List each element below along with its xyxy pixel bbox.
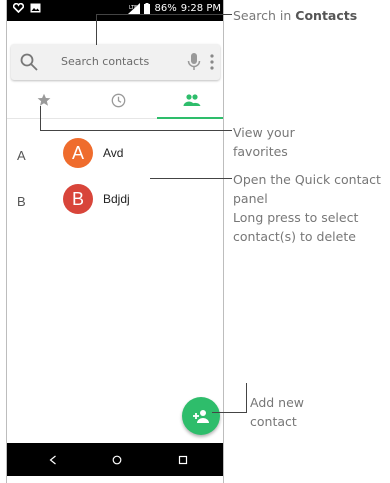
recent-apps-button[interactable] <box>165 443 201 476</box>
heart-icon <box>13 3 24 13</box>
section-letter: B <box>17 194 26 209</box>
recent-apps-icon <box>178 455 188 464</box>
back-button[interactable] <box>35 443 71 476</box>
quick-contact-annotation: Open the Quick contact panel <box>233 172 381 206</box>
contact-row[interactable]: A A Avd <box>7 138 223 178</box>
microphone-icon[interactable] <box>187 53 201 71</box>
contact-name[interactable]: Bdjdj <box>103 192 130 206</box>
callout-line-search <box>96 14 97 45</box>
callout-line-favorites <box>40 130 232 131</box>
clock-icon <box>111 93 125 107</box>
battery-icon <box>144 3 151 14</box>
status-bar: LTE 86% 9:28 PM <box>7 0 223 21</box>
search-annotation: Search in Contacts <box>233 8 358 23</box>
signal-icon: LTE <box>128 3 141 14</box>
home-button[interactable] <box>99 443 135 476</box>
avatar[interactable]: B <box>63 184 93 214</box>
add-contact-annotation: Add new contact <box>250 395 305 429</box>
search-icon[interactable] <box>19 52 39 72</box>
search-bar[interactable]: Search contacts <box>11 44 220 80</box>
star-icon <box>37 93 51 106</box>
more-options-icon[interactable] <box>209 54 215 70</box>
home-icon <box>112 455 122 464</box>
callout-line-add-contact <box>212 412 246 413</box>
tab-contacts[interactable] <box>157 82 223 119</box>
tab-recents[interactable] <box>83 82 153 118</box>
navigation-bar <box>7 443 223 476</box>
image-icon <box>30 3 41 13</box>
phone-screen: LTE 86% 9:28 PM Search contacts A A Avd … <box>6 0 224 483</box>
tab-favorites[interactable] <box>9 82 79 118</box>
add-contact-button[interactable] <box>182 397 220 435</box>
callout-line-search <box>96 14 232 15</box>
clock-time: 9:28 PM <box>180 3 221 14</box>
favorites-annotation: View your favorites <box>233 125 295 159</box>
contact-name[interactable]: Avd <box>103 146 123 160</box>
long-press-annotation: Long press to select contact(s) to delet… <box>233 210 359 244</box>
people-icon <box>183 94 201 106</box>
callout-line-favorites <box>40 106 41 130</box>
contact-row[interactable]: B B Bdjdj <box>7 184 223 224</box>
add-person-icon <box>193 410 209 423</box>
battery-percent: 86% <box>154 3 177 14</box>
callout-line-quick-contact <box>150 178 232 179</box>
avatar[interactable]: A <box>63 138 93 168</box>
callout-line-add-contact <box>246 383 247 413</box>
svg-text:LTE: LTE <box>129 5 137 11</box>
back-icon <box>49 455 56 464</box>
search-annotation-bold: Contacts <box>295 8 358 23</box>
section-letter: A <box>17 148 26 163</box>
search-placeholder[interactable]: Search contacts <box>61 55 149 68</box>
